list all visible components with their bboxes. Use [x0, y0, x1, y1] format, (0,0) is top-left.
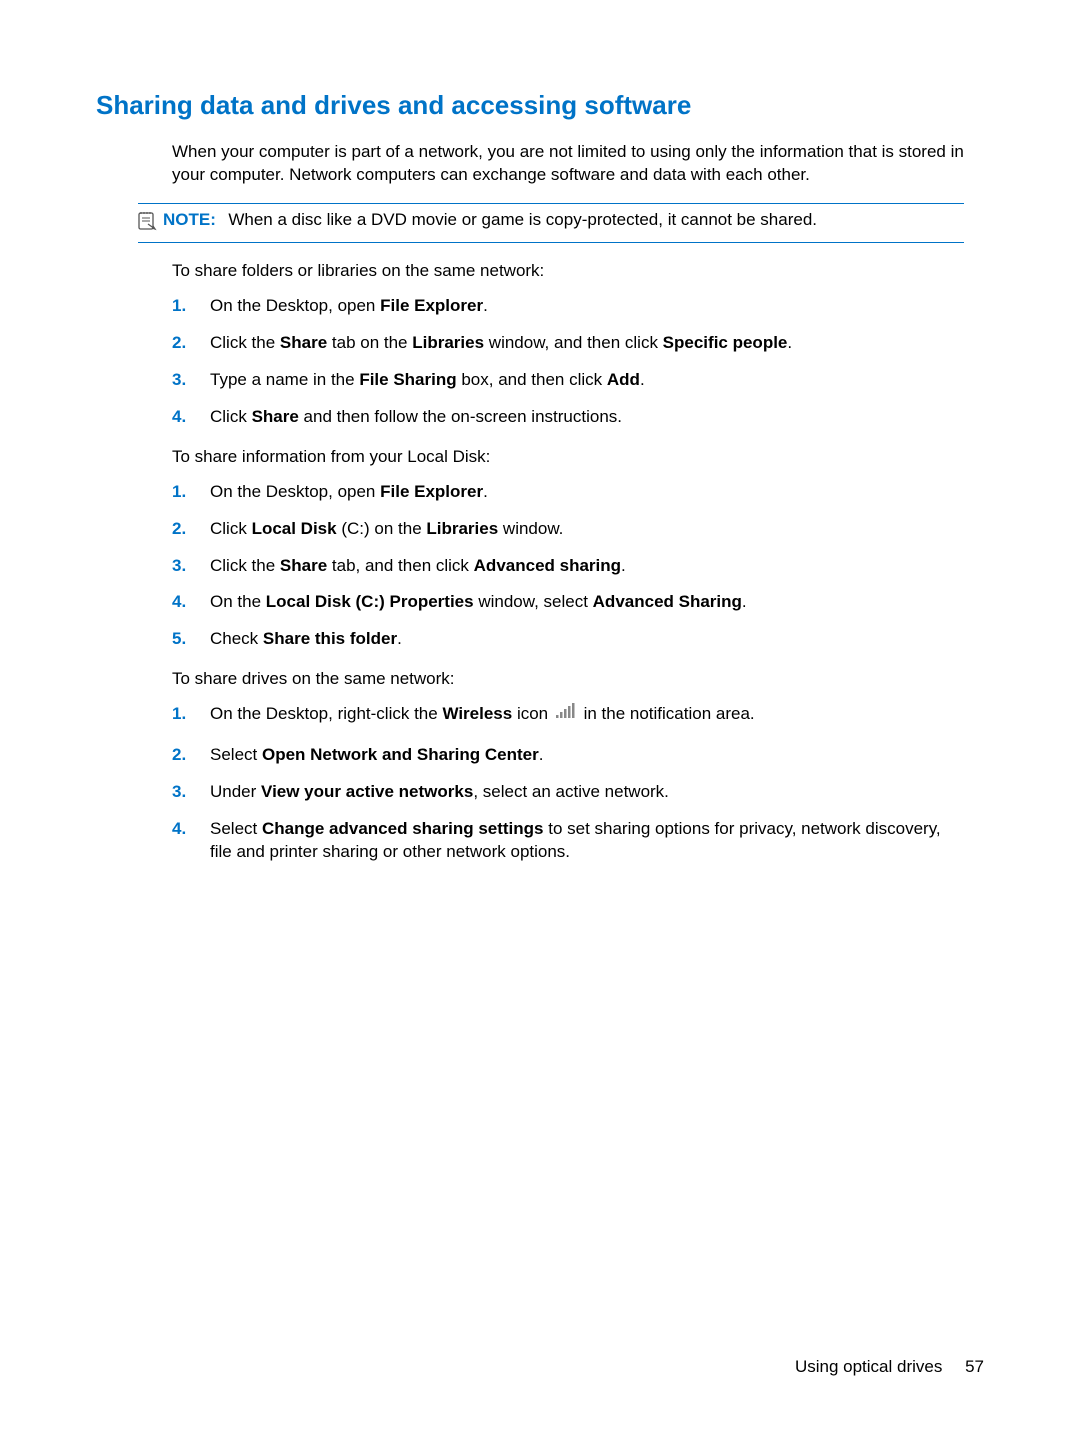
list-text: Select Change advanced sharing settings …	[210, 818, 964, 864]
list-text: Click Local Disk (C:) on the Libraries w…	[210, 518, 964, 541]
wireless-icon	[555, 703, 577, 726]
note-label: NOTE:	[163, 210, 216, 229]
page-number: 57	[965, 1357, 984, 1376]
list-text: Click the Share tab, and then click Adva…	[210, 555, 964, 578]
list-item: 3. Type a name in the File Sharing box, …	[172, 369, 964, 392]
footer-section: Using optical drives	[795, 1357, 942, 1376]
page-heading: Sharing data and drives and accessing so…	[96, 90, 984, 121]
list-item: 3. Click the Share tab, and then click A…	[172, 555, 964, 578]
list-item: 1. On the Desktop, right-click the Wirel…	[172, 703, 964, 726]
list-item: 1. On the Desktop, open File Explorer.	[172, 295, 964, 318]
intro-paragraph: When your computer is part of a network,…	[172, 141, 964, 187]
list-text: On the Desktop, open File Explorer.	[210, 295, 964, 318]
list-number: 4.	[172, 406, 210, 429]
section-a-intro: To share folders or libraries on the sam…	[172, 261, 984, 281]
list-number: 4.	[172, 818, 210, 841]
note-block: NOTE: When a disc like a DVD movie or ga…	[138, 203, 964, 243]
list-item: 2. Click the Share tab on the Libraries …	[172, 332, 964, 355]
list-number: 3.	[172, 555, 210, 578]
list-number: 2.	[172, 518, 210, 541]
list-text: On the Desktop, open File Explorer.	[210, 481, 964, 504]
page-footer: Using optical drives 57	[795, 1357, 984, 1377]
list-item: 4. Select Change advanced sharing settin…	[172, 818, 964, 864]
list-item: 5. Check Share this folder.	[172, 628, 964, 651]
section-c-intro: To share drives on the same network:	[172, 669, 984, 689]
list-c: 1. On the Desktop, right-click the Wirel…	[172, 703, 964, 864]
list-number: 1.	[172, 703, 210, 726]
list-number: 1.	[172, 481, 210, 504]
list-a: 1. On the Desktop, open File Explorer. 2…	[172, 295, 964, 429]
list-number: 2.	[172, 744, 210, 767]
list-number: 2.	[172, 332, 210, 355]
list-text: On the Desktop, right-click the Wireless…	[210, 703, 964, 726]
note-icon	[137, 211, 157, 236]
section-b-intro: To share information from your Local Dis…	[172, 447, 984, 467]
list-text: Check Share this folder.	[210, 628, 964, 651]
list-item: 2. Click Local Disk (C:) on the Librarie…	[172, 518, 964, 541]
list-item: 3. Under View your active networks, sele…	[172, 781, 964, 804]
list-number: 5.	[172, 628, 210, 651]
list-text: Select Open Network and Sharing Center.	[210, 744, 964, 767]
list-b: 1. On the Desktop, open File Explorer. 2…	[172, 481, 964, 652]
list-number: 4.	[172, 591, 210, 614]
list-text: Type a name in the File Sharing box, and…	[210, 369, 964, 392]
list-item: 4. Click Share and then follow the on-sc…	[172, 406, 964, 429]
list-number: 3.	[172, 781, 210, 804]
list-number: 1.	[172, 295, 210, 318]
list-text: Click Share and then follow the on-scree…	[210, 406, 964, 429]
list-item: 2. Select Open Network and Sharing Cente…	[172, 744, 964, 767]
list-item: 1. On the Desktop, open File Explorer.	[172, 481, 964, 504]
note-text: When a disc like a DVD movie or game is …	[228, 210, 817, 229]
list-text: Under View your active networks, select …	[210, 781, 964, 804]
list-text: On the Local Disk (C:) Properties window…	[210, 591, 964, 614]
list-number: 3.	[172, 369, 210, 392]
list-item: 4. On the Local Disk (C:) Properties win…	[172, 591, 964, 614]
list-text: Click the Share tab on the Libraries win…	[210, 332, 964, 355]
